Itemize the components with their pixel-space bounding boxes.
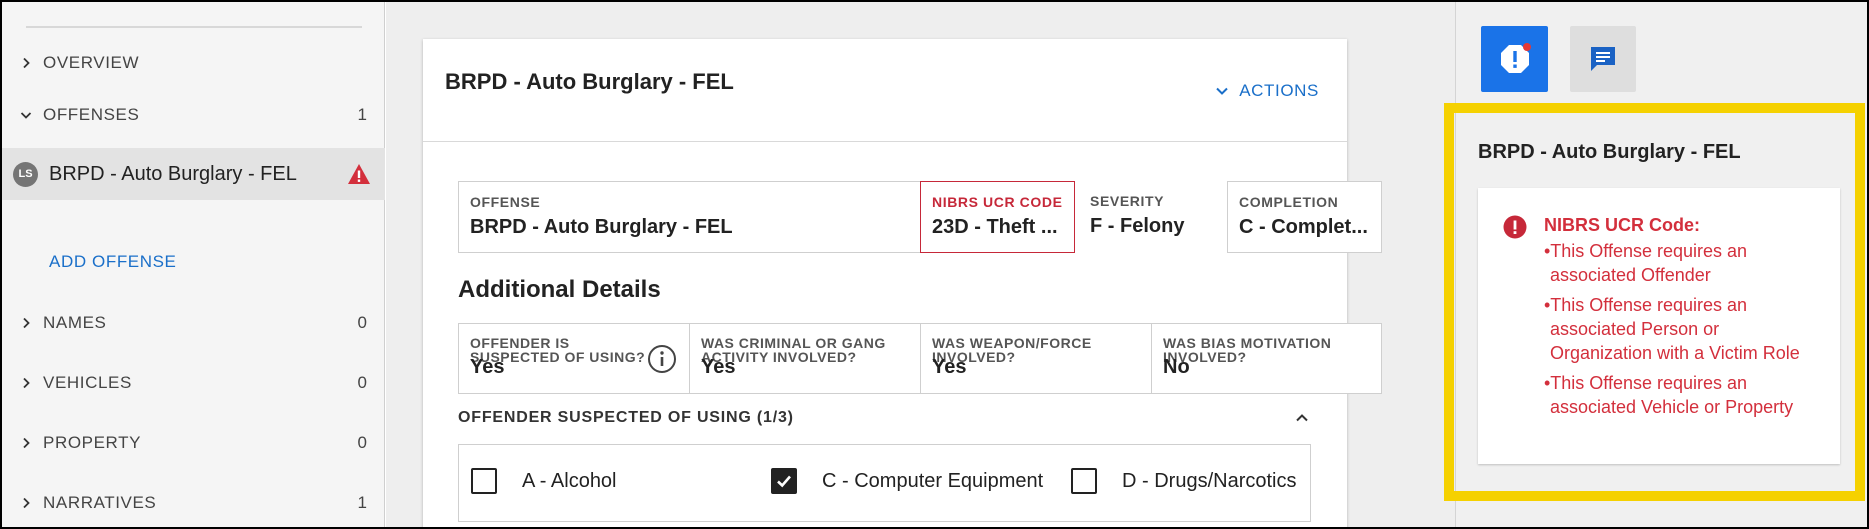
- sidebar-item-offense-brpd[interactable]: LS BRPD - Auto Burglary - FEL: [2, 148, 385, 200]
- severity-field[interactable]: SEVERITY F - Felony: [1079, 181, 1229, 253]
- sidebar-item-names[interactable]: NAMES 0: [2, 297, 385, 349]
- sidebar-divider: [26, 26, 362, 28]
- main-content: BRPD - Auto Burglary - FEL ACTIONS OFFEN…: [386, 2, 1455, 529]
- sidebar-item-label: NAMES: [43, 313, 107, 332]
- field-value: Yes: [470, 356, 505, 378]
- checkbox-drugs-narcotics[interactable]: D - Drugs/Narcotics: [1071, 468, 1296, 494]
- field-value: BRPD - Auto Burglary - FEL: [470, 216, 733, 238]
- actions-button[interactable]: ACTIONS: [1215, 81, 1319, 101]
- check-icon: [777, 475, 791, 488]
- card-title: BRPD - Auto Burglary - FEL: [445, 69, 734, 94]
- field-value: F - Felony: [1090, 215, 1185, 237]
- checkbox-computer-equipment[interactable]: C - Computer Equipment: [771, 468, 1043, 494]
- alert-octagon-icon: [1500, 43, 1531, 73]
- sidebar-item-count: 0: [357, 433, 367, 452]
- checkbox-label: C - Computer Equipment: [822, 469, 1044, 492]
- field-label: SEVERITY: [1090, 193, 1165, 209]
- sidebar: OVERVIEW OFFENSES 1 LS BRPD - Auto Burgl…: [2, 2, 385, 527]
- field-value: 23D - Theft ...: [932, 216, 1058, 238]
- offender-suspected-using-field[interactable]: OFFENDER IS SUSPECTED OF USING? Yes: [458, 323, 690, 394]
- chevron-right-icon: [20, 377, 32, 389]
- chat-icon: [1591, 47, 1615, 71]
- chevron-up-icon[interactable]: [1295, 411, 1309, 425]
- add-offense-link[interactable]: ADD OFFENSE: [49, 252, 177, 272]
- highlight-annotation-box: [1444, 103, 1865, 501]
- sidebar-item-label: OFFENSES: [43, 105, 140, 124]
- sidebar-item-offenses[interactable]: OFFENSES 1: [2, 89, 385, 141]
- checkbox[interactable]: [1071, 468, 1097, 494]
- sidebar-item-overview[interactable]: OVERVIEW: [2, 37, 385, 89]
- chevron-right-icon: [20, 317, 32, 329]
- sidebar-item-count: 0: [357, 313, 367, 332]
- sidebar-item-label: OVERVIEW: [43, 53, 140, 72]
- field-label: WAS BIAS MOTIVATION INVOLVED?: [1163, 335, 1332, 365]
- checkbox[interactable]: [471, 468, 497, 494]
- chevron-down-icon: [1216, 87, 1228, 95]
- sidebar-item-label: PROPERTY: [43, 433, 142, 452]
- chevron-down-icon: [20, 109, 32, 121]
- sidebar-item-label: NARRATIVES: [43, 493, 157, 512]
- sidebar-item-label: VEHICLES: [43, 373, 132, 392]
- offense-card: BRPD - Auto Burglary - FEL ACTIONS OFFEN…: [423, 39, 1382, 529]
- card-header: BRPD - Auto Burglary - FEL ACTIONS: [423, 39, 1347, 142]
- weapon-force-field[interactable]: WAS WEAPON/FORCE INVOLVED? Yes: [920, 323, 1152, 394]
- alerts-button[interactable]: [1481, 26, 1548, 92]
- sidebar-item-count: 0: [357, 373, 367, 392]
- avatar: LS: [13, 161, 38, 187]
- info-icon[interactable]: [647, 344, 677, 374]
- actions-label: ACTIONS: [1239, 81, 1319, 100]
- chevron-right-icon: [20, 57, 32, 69]
- nibrs-ucr-code-field[interactable]: NIBRS UCR CODE 23D - Theft ...: [920, 181, 1075, 253]
- field-value: Yes: [701, 356, 736, 378]
- checkbox-alcohol[interactable]: A - Alcohol: [471, 468, 617, 494]
- additional-details-title: Additional Details: [458, 276, 661, 303]
- field-value: C - Complet...: [1239, 216, 1368, 238]
- bias-motivation-field[interactable]: WAS BIAS MOTIVATION INVOLVED? No: [1151, 323, 1382, 394]
- sidebar-item-label: BRPD - Auto Burglary - FEL: [49, 162, 297, 185]
- checkbox-label: D - Drugs/Narcotics: [1122, 469, 1297, 492]
- offense-field[interactable]: OFFENSE BRPD - Auto Burglary - FEL: [458, 181, 922, 253]
- chevron-right-icon: [20, 497, 32, 509]
- warning-triangle-icon: [348, 164, 370, 184]
- comments-button[interactable]: [1570, 26, 1636, 92]
- suspected-using-section-title: OFFENDER SUSPECTED OF USING (1/3): [458, 409, 794, 426]
- field-label: COMPLETION: [1239, 194, 1339, 210]
- field-value: No: [1163, 356, 1190, 378]
- criminal-gang-activity-field[interactable]: WAS CRIMINAL OR GANG ACTIVITY INVOLVED? …: [689, 323, 921, 394]
- checkbox-label: A - Alcohol: [522, 469, 617, 492]
- field-label: NIBRS UCR CODE: [932, 194, 1063, 210]
- completion-field[interactable]: COMPLETION C - Complet...: [1227, 181, 1382, 253]
- sidebar-item-vehicles[interactable]: VEHICLES 0: [2, 357, 385, 409]
- checkbox-checked[interactable]: [771, 468, 797, 494]
- field-label: OFFENSE: [470, 194, 541, 210]
- suspected-using-checkbox-group: A - Alcohol C - Computer Equipment D - D…: [458, 444, 1311, 522]
- chevron-right-icon: [20, 437, 32, 449]
- sidebar-item-count: 1: [357, 105, 367, 124]
- sidebar-item-property[interactable]: PROPERTY 0: [2, 417, 385, 469]
- sidebar-item-narratives[interactable]: NARRATIVES 1: [2, 477, 385, 529]
- field-value: Yes: [932, 356, 967, 378]
- sidebar-item-count: 1: [357, 493, 367, 512]
